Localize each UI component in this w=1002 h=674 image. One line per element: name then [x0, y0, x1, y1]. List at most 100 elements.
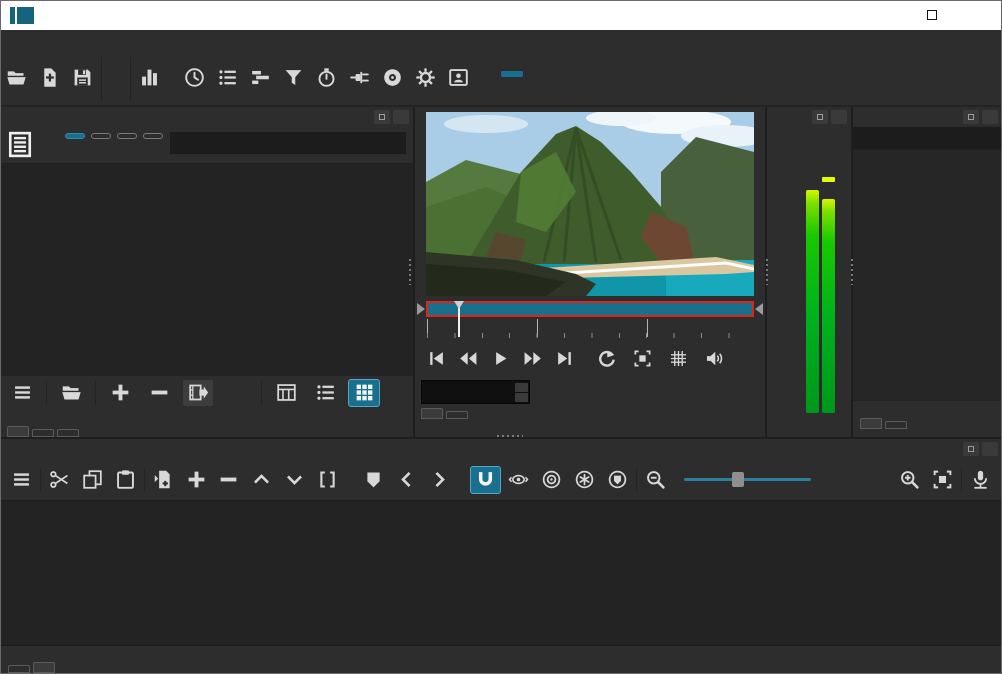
close-button[interactable]	[955, 0, 1002, 30]
cut-button[interactable]	[45, 467, 74, 493]
skip-to-start-button[interactable]	[421, 344, 452, 372]
export-button[interactable]	[376, 53, 409, 105]
loop-button[interactable]	[591, 344, 622, 372]
splitter-handle[interactable]	[409, 259, 411, 285]
menu-edit[interactable]	[28, 38, 48, 44]
layout-editing-button[interactable]	[501, 71, 523, 77]
menu-settings[interactable]	[88, 38, 108, 44]
tab-history[interactable]	[885, 421, 907, 429]
splitter-handle[interactable]	[497, 435, 523, 437]
trim-in-marker[interactable]	[417, 303, 425, 315]
next-marker-button[interactable]	[425, 467, 454, 493]
jobs-button[interactable]	[409, 53, 442, 105]
overwrite-button[interactable]	[280, 467, 309, 493]
keyframes-button[interactable]	[310, 53, 343, 105]
splitter-handle[interactable]	[851, 259, 853, 285]
position-spinbox[interactable]	[421, 380, 530, 404]
filter-tab-audio[interactable]	[91, 133, 111, 139]
float-panel-button[interactable]	[963, 110, 979, 124]
tab-source[interactable]	[421, 408, 443, 419]
layout-logging-button[interactable]	[477, 71, 499, 77]
peak-meter-button[interactable]	[133, 53, 166, 105]
zoom-out-button[interactable]	[641, 467, 670, 493]
skip-to-end-button[interactable]	[549, 344, 580, 372]
scrubber-bar[interactable]	[426, 301, 754, 317]
tab-keyframes[interactable]	[8, 665, 30, 673]
recent-search-input[interactable]	[853, 127, 1002, 149]
close-panel-button[interactable]	[982, 110, 998, 124]
slider-handle[interactable]	[732, 472, 744, 487]
menu-help[interactable]	[108, 38, 128, 44]
layout-color-button[interactable]	[477, 80, 499, 86]
menu-file[interactable]	[8, 38, 28, 44]
filter-tab-other[interactable]	[143, 133, 163, 139]
tab-playlist[interactable]	[7, 426, 29, 437]
menu-view[interactable]	[48, 38, 68, 44]
view-icons-button[interactable]	[349, 380, 379, 406]
split-button[interactable]	[313, 467, 342, 493]
ripple-toggle-button[interactable]	[537, 467, 566, 493]
tab-project[interactable]	[446, 411, 468, 419]
timeline-button[interactable]	[244, 53, 277, 105]
filters-button[interactable]	[277, 53, 310, 105]
maximize-button[interactable]	[908, 0, 955, 30]
tab-recent[interactable]	[860, 418, 882, 429]
append-clip-button[interactable]	[149, 467, 178, 493]
spin-down-icon[interactable]	[515, 393, 528, 402]
splitter-handle[interactable]	[766, 259, 768, 285]
marker-button[interactable]	[359, 467, 388, 493]
history-button[interactable]	[343, 53, 376, 105]
snap-toggle-button[interactable]	[471, 467, 500, 493]
layout-audio-button[interactable]	[501, 80, 523, 86]
playlist-update-button[interactable]	[183, 380, 213, 406]
playlist-search-input[interactable]	[170, 132, 406, 154]
copy-button[interactable]	[78, 467, 107, 493]
close-panel-button[interactable]	[982, 442, 998, 456]
tab-properties[interactable]	[57, 429, 79, 437]
new-generator-button[interactable]	[33, 53, 66, 105]
float-panel-button[interactable]	[812, 110, 828, 124]
float-panel-button[interactable]	[374, 110, 390, 124]
play-button[interactable]	[485, 344, 516, 372]
minimize-button[interactable]	[861, 0, 908, 30]
timeline-tracks-area[interactable]	[0, 500, 1002, 645]
scrub-while-dragging-button[interactable]	[504, 467, 533, 493]
playlist-select-button[interactable]	[222, 380, 252, 406]
ripple-all-tracks-button[interactable]	[570, 467, 599, 493]
subtitles-button[interactable]	[442, 53, 475, 105]
timeline-zoom-slider[interactable]	[684, 478, 812, 481]
tab-filters[interactable]	[32, 429, 54, 437]
lift-button[interactable]	[247, 467, 276, 493]
ripple-delete-button[interactable]	[215, 467, 244, 493]
position-spinner[interactable]	[514, 381, 529, 403]
time-ruler[interactable]	[426, 319, 754, 339]
save-button[interactable]	[66, 53, 99, 105]
menu-player[interactable]	[68, 38, 88, 44]
record-voiceover-button[interactable]	[966, 467, 995, 493]
playlist-remove-button[interactable]	[144, 380, 174, 406]
fast-forward-button[interactable]	[517, 344, 548, 372]
playhead-handle[interactable]	[454, 301, 464, 309]
view-details-button[interactable]	[271, 380, 301, 406]
grid-overlay-button[interactable]	[663, 344, 694, 372]
zoom-fit-button[interactable]	[627, 344, 658, 372]
playlist-button[interactable]	[211, 53, 244, 105]
recent-button[interactable]	[178, 53, 211, 105]
timeline-menu-button[interactable]	[7, 467, 36, 493]
list-item[interactable]	[853, 150, 1002, 162]
trim-out-marker[interactable]	[755, 303, 763, 315]
volume-button[interactable]	[699, 344, 730, 372]
zoom-fit-timeline-button[interactable]	[928, 467, 957, 493]
layout-fx-button[interactable]	[525, 71, 547, 77]
rewind-button[interactable]	[453, 344, 484, 372]
zoom-in-button[interactable]	[895, 467, 924, 493]
position-input[interactable]	[422, 381, 514, 403]
playlist-append-button[interactable]	[105, 380, 135, 406]
close-panel-button[interactable]	[831, 110, 847, 124]
playlist-menu-button[interactable]	[7, 380, 37, 406]
close-panel-button[interactable]	[393, 110, 409, 124]
float-panel-button[interactable]	[963, 442, 979, 456]
tab-timeline[interactable]	[33, 662, 55, 673]
layout-player-button[interactable]	[525, 80, 547, 86]
properties-button[interactable]	[166, 53, 178, 105]
